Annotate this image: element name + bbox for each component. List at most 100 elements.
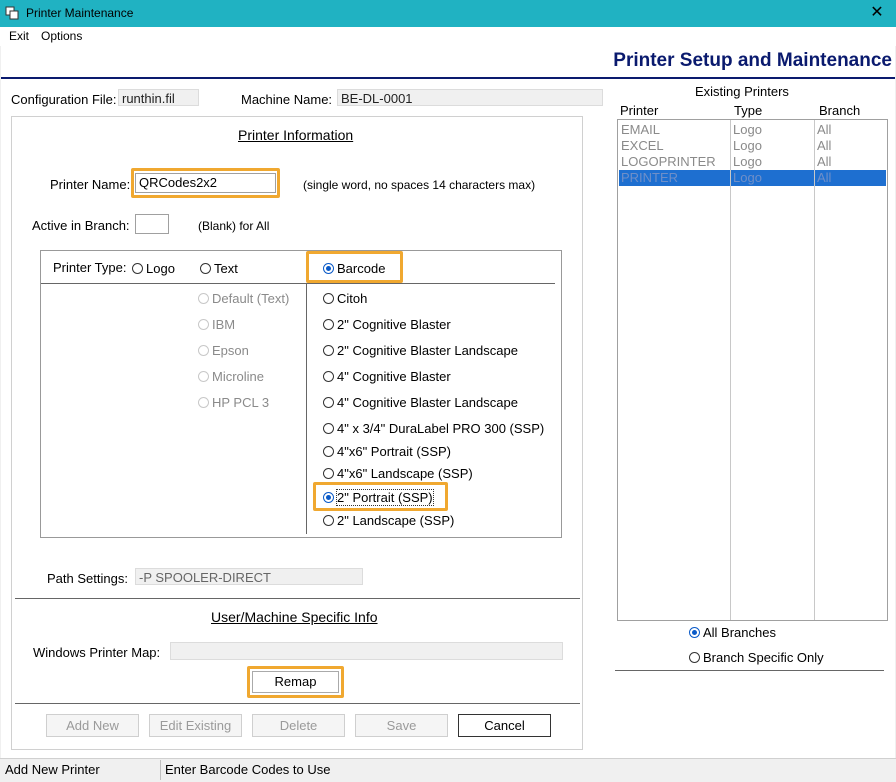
app-icon [5, 6, 19, 20]
barcode-option-4x6-landscape[interactable]: 4"x6" Landscape (SSP) [323, 466, 473, 481]
existing-printers-list[interactable] [617, 119, 888, 621]
cell-branch: All [817, 122, 832, 137]
title-bar[interactable] [0, 0, 896, 27]
filter-divider [615, 670, 884, 671]
text-option-microline: Microline [198, 369, 264, 384]
save-button[interactable]: Save [355, 714, 448, 737]
printer-type-divider [41, 283, 555, 284]
windows-printer-map-field [170, 642, 563, 660]
printer-type-box [40, 250, 562, 538]
text-option-label: Epson [212, 343, 249, 358]
column-header-printer[interactable]: Printer [620, 103, 658, 118]
barcode-option-citoh[interactable]: Citoh [323, 291, 367, 306]
radio-icon [689, 652, 700, 663]
radio-icon [198, 319, 209, 330]
menu-exit[interactable]: Exit [9, 29, 29, 43]
menu-bar [0, 27, 896, 46]
barcode-option-duralabel[interactable]: 4" x 3/4" DuraLabel PRO 300 (SSP) [323, 421, 544, 436]
config-file-field: runthin.fil [118, 89, 199, 106]
cancel-button[interactable]: Cancel [458, 714, 551, 737]
section-divider [15, 598, 580, 599]
text-option-label: HP PCL 3 [212, 395, 270, 410]
barcode-option-2in-portrait[interactable]: 2" Portrait (SSP) [323, 489, 434, 506]
column-header-branch[interactable]: Branch [819, 103, 860, 118]
cell-printer: EMAIL [621, 122, 661, 137]
cell-type: Logo [733, 122, 762, 137]
radio-icon [198, 397, 209, 408]
barcode-option-label: 4" Cognitive Blaster [337, 369, 451, 384]
barcode-option-label: 2" Cognitive Blaster [337, 317, 451, 332]
barcode-option-2in-blaster[interactable]: 2" Cognitive Blaster [323, 317, 451, 332]
radio-icon [198, 293, 209, 304]
column-header-type[interactable]: Type [734, 103, 762, 118]
cell-branch: All [817, 138, 832, 153]
type-logo-label: Logo [146, 261, 175, 276]
printer-name-hint: (single word, no spaces 14 characters ma… [303, 178, 536, 192]
radio-icon [323, 423, 334, 434]
barcode-option-4in-blaster-landscape[interactable]: 4" Cognitive Blaster Landscape [323, 395, 518, 410]
filter-label: Branch Specific Only [703, 650, 824, 665]
machine-name-field: BE-DL-0001 [337, 89, 603, 106]
table-row-selected[interactable]: PRINTER Logo All [619, 170, 886, 186]
cell-printer: PRINTER [621, 170, 679, 185]
status-separator [160, 760, 161, 780]
cell-type: Logo [733, 138, 762, 153]
text-option-label: IBM [212, 317, 236, 332]
text-option-ibm: IBM [198, 317, 235, 332]
printer-type-label: Printer Type: [53, 260, 127, 275]
type-barcode-radio[interactable]: Barcode [323, 261, 385, 276]
cell-type: Logo [733, 154, 762, 169]
barcode-option-label: 4" x 3/4" DuraLabel PRO 300 (SSP) [337, 421, 545, 436]
close-icon[interactable]: ✕ [862, 2, 892, 24]
add-new-button[interactable]: Add New [46, 714, 139, 737]
menu-options[interactable]: Options [41, 29, 82, 43]
radio-icon [323, 345, 334, 356]
barcode-option-label: 4" Cognitive Blaster Landscape [337, 395, 518, 410]
active-branch-label: Active in Branch: [32, 218, 130, 233]
window-title: Printer Maintenance [26, 6, 134, 20]
column-divider [814, 120, 815, 620]
table-row[interactable]: EXCEL Logo All [619, 138, 886, 154]
barcode-option-label: 4"x6" Portrait (SSP) [337, 444, 451, 459]
text-option-hp-pcl3: HP PCL 3 [198, 395, 269, 410]
cell-type: Logo [733, 170, 762, 185]
delete-button[interactable]: Delete [252, 714, 345, 737]
remap-button[interactable]: Remap [252, 671, 339, 693]
column-divider [730, 120, 731, 620]
radio-icon [323, 397, 334, 408]
cell-printer: EXCEL [621, 138, 664, 153]
printer-name-label: Printer Name: [50, 177, 131, 192]
radio-icon [323, 446, 334, 457]
type-logo-radio[interactable]: Logo [132, 261, 175, 276]
cell-branch: All [817, 170, 832, 185]
user-info-title: User/Machine Specific Info [211, 609, 378, 625]
barcode-option-4x6-portrait[interactable]: 4"x6" Portrait (SSP) [323, 444, 451, 459]
machine-name-label: Machine Name: [241, 92, 333, 107]
windows-printer-map-label: Windows Printer Map: [33, 645, 161, 660]
active-branch-input[interactable] [135, 214, 169, 234]
path-settings-label: Path Settings: [47, 571, 128, 586]
radio-icon [323, 515, 334, 526]
radio-selected-icon [323, 492, 334, 503]
text-option-label: Default (Text) [212, 291, 290, 306]
printer-name-input[interactable]: QRCodes2x2 [135, 173, 276, 193]
table-row[interactable]: LOGOPRINTER Logo All [619, 154, 886, 170]
barcode-option-4in-blaster[interactable]: 4" Cognitive Blaster [323, 369, 451, 384]
active-branch-hint: (Blank) for All [198, 219, 270, 233]
existing-printers-title: Existing Printers [695, 84, 789, 99]
header-divider [1, 77, 895, 79]
filter-branch-specific-radio[interactable]: Branch Specific Only [689, 650, 824, 665]
cell-branch: All [817, 154, 832, 169]
barcode-option-label: Citoh [337, 291, 368, 306]
page-title: Printer Setup and Maintenance [613, 50, 892, 71]
barcode-option-2in-blaster-landscape[interactable]: 2" Cognitive Blaster Landscape [323, 343, 518, 358]
section-divider [15, 703, 580, 704]
text-option-default: Default (Text) [198, 291, 289, 306]
edit-existing-button[interactable]: Edit Existing [149, 714, 242, 737]
text-option-epson: Epson [198, 343, 249, 358]
type-text-radio[interactable]: Text [200, 261, 238, 276]
path-settings-field: -P SPOOLER-DIRECT [135, 568, 363, 585]
filter-all-branches-radio[interactable]: All Branches [689, 625, 776, 640]
barcode-option-2in-landscape[interactable]: 2" Landscape (SSP) [323, 513, 454, 528]
table-row[interactable]: EMAIL Logo All [619, 122, 886, 138]
